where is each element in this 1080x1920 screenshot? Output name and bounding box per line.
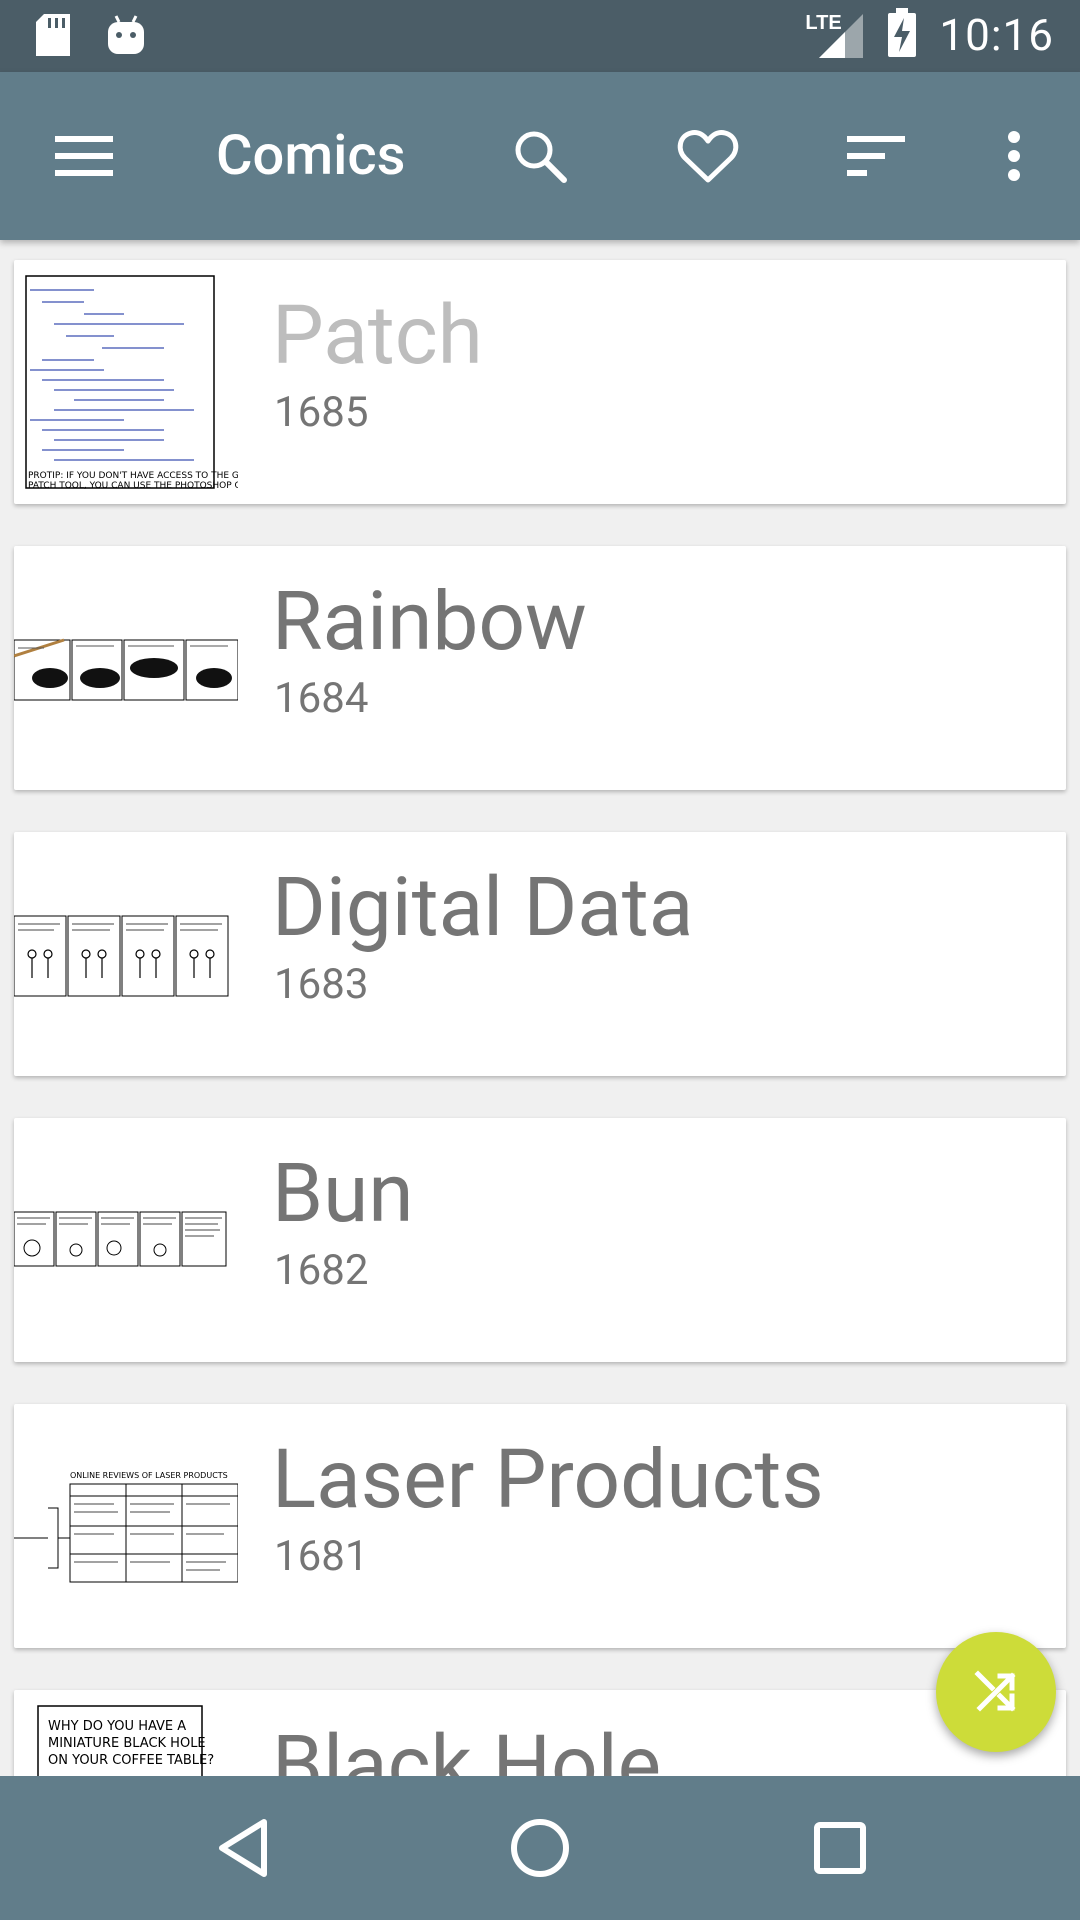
comic-thumbnail: ONLINE REVIEWS OF LASER PRODUCTS: [14, 1404, 239, 1648]
comic-number: 1683: [274, 960, 369, 1009]
comic-card[interactable]: ONLINE REVIEWS OF LASER PRODUCTS Laser P…: [14, 1404, 1066, 1648]
thumbnail-text: MINIATURE BLACK HOLE: [48, 1736, 206, 1751]
sort-icon: [847, 136, 905, 176]
recents-icon: [814, 1822, 866, 1874]
network-type-label: LTE: [805, 12, 842, 34]
status-bar: LTE 10:16: [0, 0, 1080, 72]
thumbnail-text: ON YOUR COFFEE TABLE?: [48, 1753, 214, 1768]
comic-card[interactable]: Rainbow 1684: [14, 546, 1066, 790]
comic-list[interactable]: PROTIP: IF YOU DON'T HAVE ACCESS TO THE …: [0, 240, 1080, 1776]
app-toolbar: Comics: [0, 72, 1080, 240]
shuffle-icon: [974, 1670, 1016, 1712]
recents-button[interactable]: [780, 1798, 900, 1898]
comic-card[interactable]: Bun 1682: [14, 1118, 1066, 1362]
back-icon: [219, 1819, 267, 1877]
more-options-button[interactable]: [964, 106, 1064, 206]
comic-number: 1685: [274, 388, 369, 437]
system-navigation-bar: [0, 1776, 1080, 1920]
comic-title: Laser Products: [272, 1432, 824, 1528]
home-icon: [511, 1819, 569, 1877]
comic-number: 1682: [274, 1246, 369, 1295]
sd-card-icon: [34, 12, 72, 62]
comic-thumbnail: [14, 832, 238, 1076]
comic-title: Patch: [272, 288, 483, 384]
sort-button[interactable]: [826, 106, 926, 206]
thumbnail-caption: PATCH TOOL, YOU CAN USE THE PHOTOSHOP ON…: [28, 481, 238, 491]
comic-thumbnail: WHY DO YOU HAVE A MINIATURE BLACK HOLE O…: [14, 1690, 238, 1776]
comic-title: Bun: [272, 1146, 414, 1242]
comic-thumbnail: [14, 546, 239, 790]
comic-thumbnail: PROTIP: IF YOU DON'T HAVE ACCESS TO THE …: [14, 260, 257, 504]
more-options-icon: [1008, 131, 1020, 181]
comic-number: 1684: [274, 674, 369, 723]
comic-title: Black Hole: [272, 1718, 662, 1776]
comic-card[interactable]: WHY DO YOU HAVE A MINIATURE BLACK HOLE O…: [14, 1690, 1066, 1776]
lte-signal-icon: LTE: [805, 10, 865, 60]
home-button[interactable]: [480, 1798, 600, 1898]
search-button[interactable]: [490, 106, 590, 206]
toolbar-title: Comics: [216, 122, 406, 188]
menu-icon: [55, 136, 113, 176]
android-icon: [106, 14, 146, 60]
random-comic-button[interactable]: [936, 1632, 1056, 1752]
comic-card[interactable]: Digital Data 1683: [14, 832, 1066, 1076]
thumbnail-caption: PROTIP: IF YOU DON'T HAVE ACCESS TO THE …: [28, 471, 238, 481]
favorite-icon: [677, 130, 739, 183]
search-icon: [515, 131, 567, 183]
comic-card[interactable]: PROTIP: IF YOU DON'T HAVE ACCESS TO THE …: [14, 260, 1066, 504]
back-button[interactable]: [182, 1798, 302, 1898]
battery-charging-icon: [887, 8, 917, 62]
thumbnail-heading: ONLINE REVIEWS OF LASER PRODUCTS: [70, 1471, 228, 1480]
favorites-button[interactable]: [658, 106, 758, 206]
menu-button[interactable]: [34, 106, 134, 206]
comic-thumbnail: [14, 1118, 238, 1362]
clock: 10:16: [939, 9, 1054, 61]
comic-number: 1681: [274, 1532, 369, 1581]
comic-title: Digital Data: [272, 860, 694, 956]
comic-title: Rainbow: [272, 574, 587, 670]
thumbnail-text: WHY DO YOU HAVE A: [48, 1719, 186, 1734]
